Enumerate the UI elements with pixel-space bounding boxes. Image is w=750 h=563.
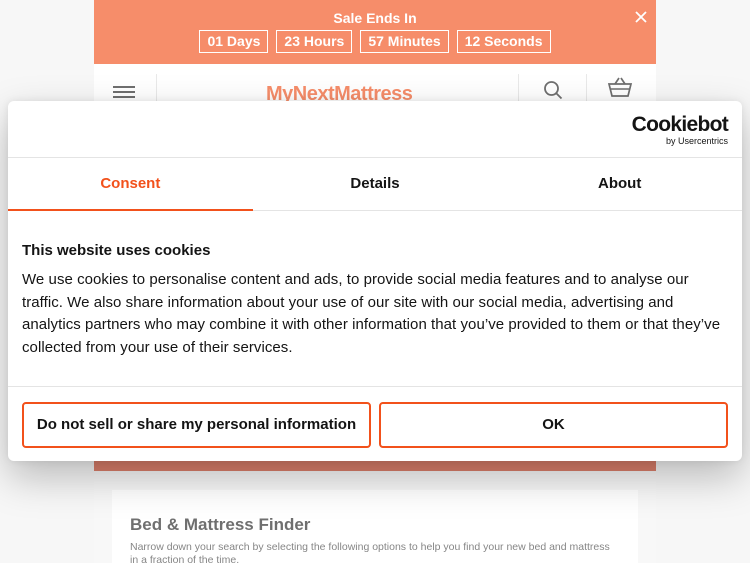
tab-details[interactable]: Details	[253, 158, 498, 210]
dialog-divider	[8, 386, 742, 387]
do-not-sell-button[interactable]: Do not sell or share my personal informa…	[22, 402, 371, 448]
cookie-consent-dialog: Cookiebot by Usercentrics Consent Detail…	[8, 101, 742, 461]
dialog-header: Cookiebot by Usercentrics	[8, 101, 742, 158]
brand-subtitle: by Usercentrics	[665, 136, 728, 146]
ok-button[interactable]: OK	[379, 402, 728, 448]
dialog-title: This website uses cookies	[22, 242, 211, 259]
cookiebot-logo[interactable]: Cookiebot by Usercentrics	[631, 113, 729, 147]
dialog-tabs: Consent Details About	[8, 158, 742, 211]
tab-consent[interactable]: Consent	[8, 158, 253, 211]
tab-about[interactable]: About	[497, 158, 742, 210]
dialog-body-text: We use cookies to personalise content an…	[22, 271, 721, 357]
brand-name: Cookiebot	[631, 113, 729, 136]
